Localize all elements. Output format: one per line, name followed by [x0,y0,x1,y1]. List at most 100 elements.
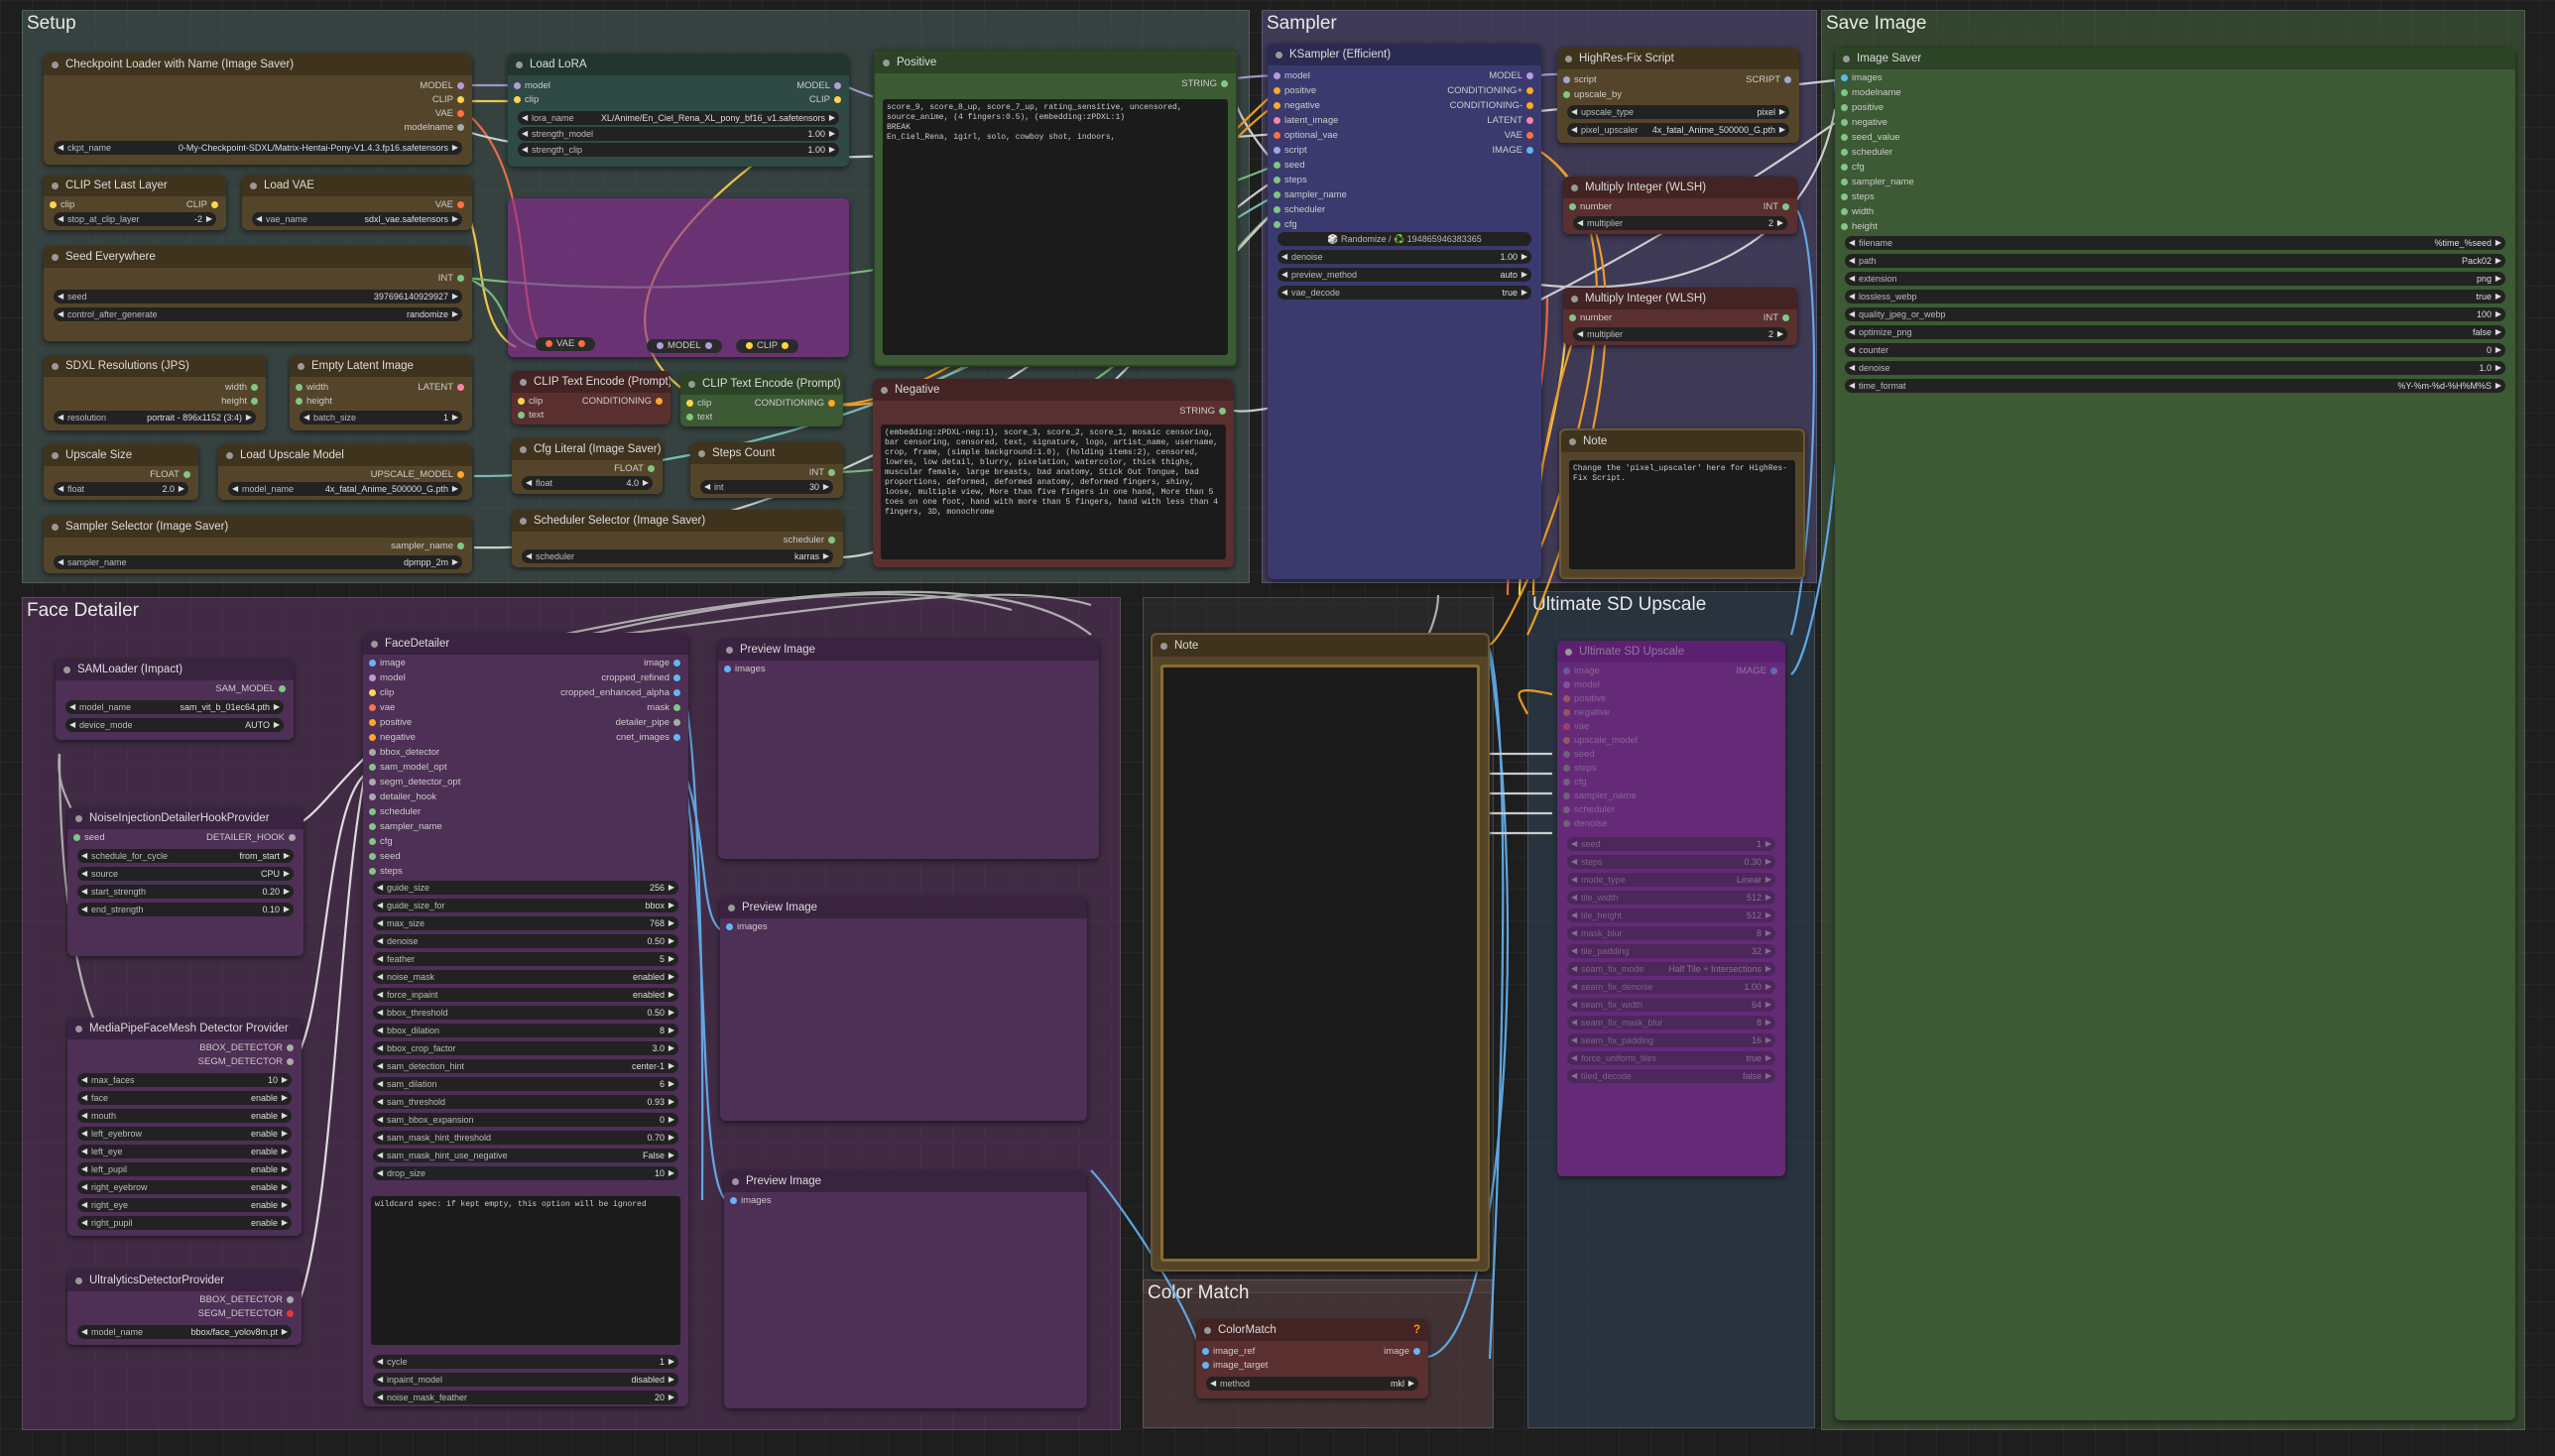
output-clip[interactable]: CLIP [432,93,468,107]
collapse-dot-icon[interactable] [520,379,527,386]
input-slot[interactable]: sampler_name [1270,188,1347,202]
right-arrow-icon[interactable]: ▶ [2495,307,2501,321]
right-arrow-icon[interactable]: ▶ [829,143,835,157]
left-arrow-icon[interactable]: ◀ [1571,1016,1577,1030]
input-pin-icon[interactable] [1274,146,1280,154]
left-arrow-icon[interactable]: ◀ [377,934,383,948]
node-header[interactable]: CLIP Set Last Layer [44,175,226,196]
right-arrow-icon[interactable]: ▶ [669,1024,674,1037]
node-header[interactable]: Steps Count [690,442,843,464]
input-pin-icon[interactable] [1274,116,1280,124]
reroute-pin-icon[interactable] [546,339,552,347]
right-arrow-icon[interactable]: ▶ [669,1006,674,1020]
collapse-dot-icon[interactable] [1160,643,1167,650]
output-pin-icon[interactable] [457,542,464,549]
output-slot[interactable]: cropped_enhanced_alpha [560,686,684,700]
output-pin-icon[interactable] [457,109,464,117]
output-pin-icon[interactable] [211,200,218,208]
usd-setting-widget[interactable]: ◀ seam_fix_denoise 1.00 ▶ [1567,980,1775,994]
reroute-pin-icon[interactable] [704,341,712,349]
usd-setting-widget[interactable]: ◀ seam_fix_width 64 ▶ [1567,998,1775,1012]
facedetailer-setting-widget[interactable]: ◀ feather 5 ▶ [373,952,678,966]
input-slot[interactable]: seed [365,850,401,864]
input-pin-icon[interactable] [1274,161,1280,169]
input-pin-icon[interactable] [1569,202,1576,210]
input-slot[interactable]: steps [1559,762,1597,776]
input-pin-icon[interactable] [369,718,376,726]
output-slot[interactable]: cnet_images [616,731,684,745]
right-arrow-icon[interactable]: ▶ [829,127,835,141]
input-slot[interactable]: scheduler [1559,803,1615,817]
right-arrow-icon[interactable]: ▶ [669,881,674,895]
node-mediapipe-facemesh[interactable]: MediaPipeFaceMesh Detector Provider BBOX… [67,1018,302,1236]
node-ultralytics-detector[interactable]: UltralyticsDetectorProvider BBOX_DETECTO… [67,1270,302,1345]
right-arrow-icon[interactable]: ▶ [1765,1051,1771,1065]
node-header[interactable]: HighRes-Fix Script [1557,48,1799,69]
output-pin-icon[interactable] [457,95,464,103]
output-pin-icon[interactable] [673,703,680,711]
output-float[interactable]: FLOAT [614,462,659,476]
output-pin-icon[interactable] [1784,75,1791,83]
usd-setting-widget[interactable]: ◀ seed 1 ▶ [1567,837,1775,851]
output-sampler-name[interactable]: sampler_name [391,540,468,553]
left-arrow-icon[interactable]: ◀ [522,111,528,125]
output-conditioning[interactable]: CONDITIONING [582,395,667,409]
right-arrow-icon[interactable]: ▶ [206,212,212,226]
input-slot[interactable]: sampler_name [1559,789,1637,803]
saver-setting-widget[interactable]: ◀ lossless_webp true ▶ [1845,290,2505,303]
input-pin-icon[interactable] [1563,75,1570,83]
wildcard-textarea[interactable]: wildcard spec: if kept empty, this optio… [371,1196,680,1345]
right-arrow-icon[interactable]: ▶ [1765,909,1771,922]
schedule-for-cycle-combo[interactable]: ◀ schedule_for_cycle from_start ▶ [77,849,294,863]
output-pin-icon[interactable] [183,470,190,478]
input-images[interactable]: images [722,920,768,934]
usd-setting-widget[interactable]: ◀ tile_padding 32 ▶ [1567,944,1775,958]
left-arrow-icon[interactable]: ◀ [81,903,87,916]
start-strength-number[interactable]: ◀ start_strength 0.20 ▶ [77,885,294,899]
collapse-dot-icon[interactable] [75,1026,82,1032]
collapse-dot-icon[interactable] [520,446,527,453]
left-arrow-icon[interactable]: ◀ [377,1131,383,1145]
right-arrow-icon[interactable]: ▶ [669,952,674,966]
output-pin-icon[interactable] [1526,86,1533,94]
collapse-dot-icon[interactable] [881,387,888,394]
input-pin-icon[interactable] [1563,764,1570,772]
input-slot[interactable]: cfg [1559,776,1587,789]
input-slot[interactable]: positive [1270,84,1316,98]
output-pin-icon[interactable] [289,833,296,841]
output-pin-icon[interactable] [1782,313,1789,321]
right-arrow-icon[interactable]: ▶ [1777,327,1783,341]
output-pin-icon[interactable] [1526,71,1533,79]
mediapipe-setting-widget[interactable]: ◀ right_eye enable ▶ [77,1198,292,1212]
left-arrow-icon[interactable]: ◀ [377,970,383,984]
left-arrow-icon[interactable]: ◀ [377,881,383,895]
help-badge[interactable]: ? [1413,1319,1420,1341]
stop-at-clip-layer-number[interactable]: ◀ stop_at_clip_layer -2 ▶ [54,212,216,226]
facedetailer-bottom-widget[interactable]: ◀ cycle 1 ▶ [373,1355,678,1369]
output-pin-icon[interactable] [1782,202,1789,210]
left-arrow-icon[interactable]: ◀ [377,1166,383,1180]
input-slot[interactable]: seed [1559,748,1595,762]
collapse-dot-icon[interactable] [63,667,70,673]
left-arrow-icon[interactable]: ◀ [1849,379,1855,393]
collapse-dot-icon[interactable] [52,254,59,261]
upscale-model-name-combo[interactable]: ◀ model_name 4x_fatal_Anime_500000_G.pth ▶ [228,482,462,496]
output-bbox-detector[interactable]: BBOX_DETECTOR [199,1293,298,1307]
output-pin-icon[interactable] [1526,131,1533,139]
input-slot[interactable]: segm_detector_opt [365,776,460,789]
node-preview-image-3[interactable]: Preview Image images [724,1170,1087,1408]
left-arrow-icon[interactable]: ◀ [1849,307,1855,321]
node-clip-text-encode-1[interactable]: CLIP Text Encode (Prompt) clip text COND… [512,371,670,425]
node-header[interactable]: Note [1153,635,1488,657]
input-slot[interactable]: steps [365,865,403,879]
left-arrow-icon[interactable]: ◀ [1571,980,1577,994]
input-slot[interactable]: sam_model_opt [365,761,447,775]
output-pin-icon[interactable] [1770,667,1777,674]
node-header[interactable]: SDXL Resolutions (JPS) [44,355,266,377]
collapse-dot-icon[interactable] [226,452,233,459]
input-upscale-by[interactable]: upscale_by [1559,88,1622,102]
output-segm-detector[interactable]: SEGM_DETECTOR [198,1307,298,1321]
input-pin-icon[interactable] [1563,667,1570,674]
node-image-saver[interactable]: Image Saver images modelname positive negat… [1835,48,2515,1420]
collapse-dot-icon[interactable] [52,182,59,189]
